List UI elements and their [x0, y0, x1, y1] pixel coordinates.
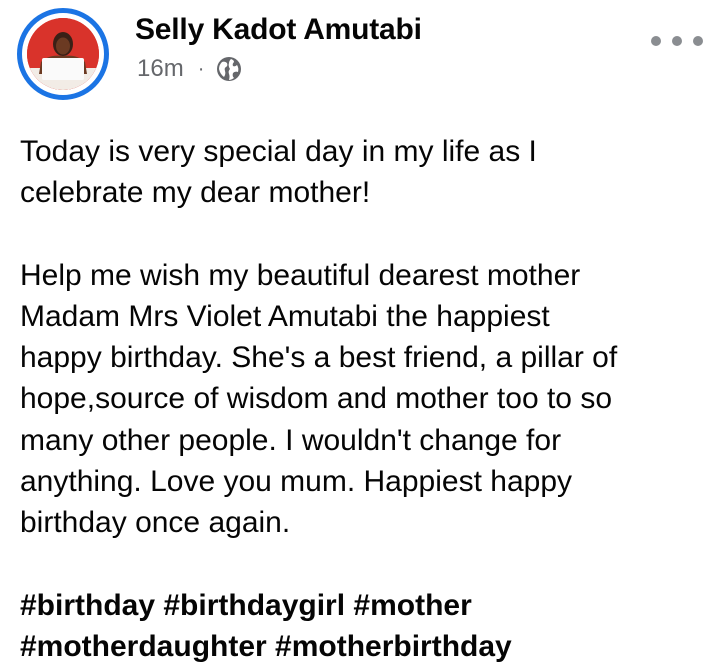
globe-icon[interactable]	[216, 56, 242, 82]
post-header: Selly Kadot Amutabi 16m ·	[0, 0, 720, 112]
hashtag-line[interactable]: #birthday #birthdaygirl #mother	[20, 589, 472, 622]
ellipsis-icon	[651, 36, 661, 46]
text-line: happy birthday. She's a best friend, a p…	[20, 341, 618, 375]
more-options-button[interactable]	[651, 30, 703, 52]
ellipsis-icon	[672, 36, 682, 46]
text-line: many other people. I wouldn't change for	[20, 423, 562, 457]
post-paragraph: Today is very special day in my life as …	[20, 131, 710, 214]
meta-separator: ·	[197, 57, 205, 80]
post-meta: 16m ·	[137, 55, 242, 83]
text-line: Madam Mrs Violet Amutabi the happiest	[20, 299, 550, 333]
text-line: hope,source of wisdom and mother too to …	[20, 382, 613, 416]
ellipsis-icon	[693, 36, 703, 46]
post-paragraph: Help me wish my beautiful dearest mother…	[20, 255, 710, 544]
text-line: anything. Love you mum. Happiest happy	[20, 465, 572, 499]
author-name[interactable]: Selly Kadot Amutabi	[135, 13, 422, 47]
text-line: Today is very special day in my life as …	[20, 135, 537, 168]
text-line: Help me wish my beautiful dearest mother	[20, 258, 581, 292]
text-line: birthday once again.	[20, 506, 291, 540]
post-body: Today is very special day in my life as …	[20, 131, 710, 667]
profile-avatar[interactable]	[17, 8, 109, 100]
avatar-photo	[27, 18, 99, 90]
hashtag-line[interactable]: #motherdaughter #motherbirthday	[20, 630, 512, 663]
post-timestamp[interactable]: 16m	[137, 55, 184, 83]
text-line: celebrate my dear mother!	[20, 176, 371, 210]
hashtag-block: #birthday #birthdaygirl #mother #motherd…	[20, 585, 710, 667]
